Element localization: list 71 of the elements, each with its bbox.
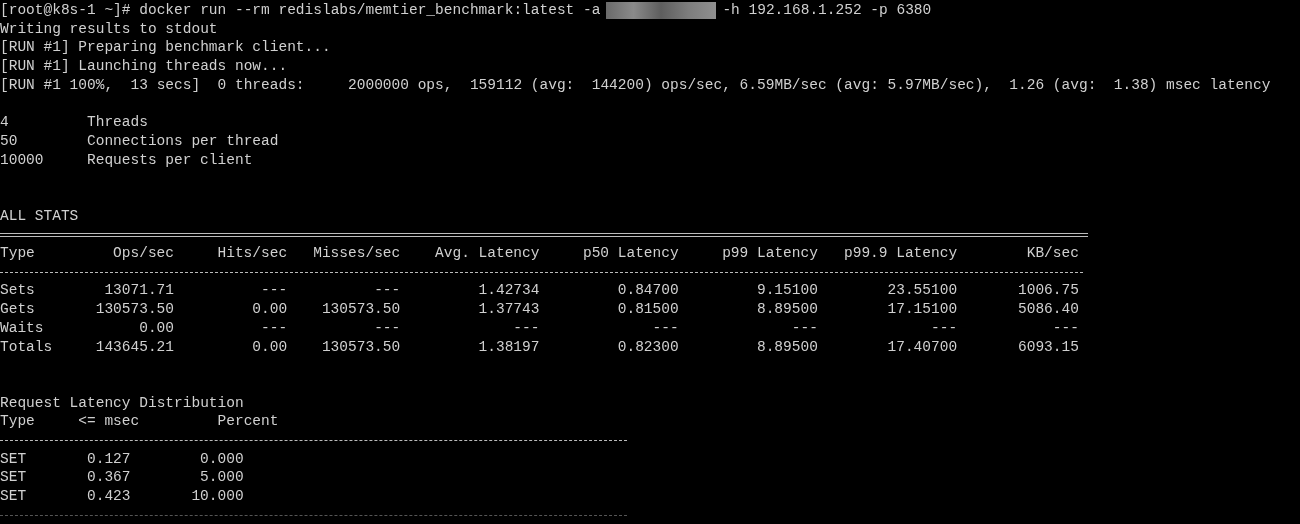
table-cell: 10.000 [191, 488, 244, 505]
table-cell: SET [0, 469, 27, 486]
column-header: Type [0, 413, 35, 430]
table-cell: --- [931, 319, 958, 336]
table-cell: 6093.15 [1018, 338, 1079, 355]
output-line: [RUN #1] Launching threads now... [0, 58, 288, 75]
table-cell: 0.00 [252, 338, 288, 355]
column-header: p99.9 Latency [844, 245, 958, 262]
table-cell: 5086.40 [1018, 301, 1079, 318]
config-value: 10000 [0, 150, 45, 170]
section-title: Request Latency Distribution [0, 394, 244, 411]
column-header: KB/sec [1026, 245, 1079, 262]
table-cell: --- [1052, 319, 1079, 336]
table-cell: 130573.50 [321, 338, 401, 355]
column-header: Hits/sec [217, 245, 288, 262]
table-cell: 0.000 [200, 450, 244, 467]
column-header: Percent [217, 413, 279, 430]
output-line: [RUN #1 100%, 13 secs] 0 threads: 2000000 ops, 159112 (avg: 144200) ops/sec, 6.59MB/sec (avg: 5.97MB/sec), 1.26 (avg: 1.38) msec latency [0, 76, 1271, 93]
config-label: Connections per thread [87, 131, 279, 151]
command-text: [root@k8s-1 ~]# docker run --rm redislabs/memtier_benchmark:latest -a [0, 1, 601, 20]
table-cell: 0.00 [252, 301, 288, 318]
column-header: Ops/sec [113, 245, 174, 262]
config-value: 50 [0, 131, 19, 151]
table-cell: 8.89500 [756, 301, 818, 318]
output-line: Writing results to stdout [0, 20, 218, 37]
config-value: 4 [0, 113, 10, 132]
table-cell: --- [261, 282, 288, 299]
table-cell: 17.40700 [887, 338, 958, 355]
output-line: [RUN #1] Preparing benchmark client... [0, 39, 331, 56]
table-cell: 0.81500 [617, 301, 679, 318]
table-cell: 0.82300 [617, 338, 679, 355]
table-cell: SET [0, 450, 27, 467]
table-cell: 0.367 [87, 469, 131, 486]
table-cell: --- [374, 319, 401, 336]
column-header: Type [0, 245, 35, 262]
table-cell: 8.89500 [756, 338, 818, 355]
table-cell: SET [0, 488, 27, 505]
table-cell: Gets [0, 301, 35, 318]
table-cell: --- [513, 319, 540, 336]
column-header: Avg. Latency [435, 245, 540, 262]
table-cell: 0.00 [139, 319, 174, 336]
table-cell: 130573.50 [95, 301, 174, 318]
config-label: Threads [87, 113, 148, 132]
table-cell: --- [791, 319, 818, 336]
table-cell: 1006.75 [1018, 282, 1079, 299]
column-header: <= msec [78, 413, 140, 430]
table-cell: 0.84700 [617, 282, 679, 299]
column-header: p99 Latency [722, 245, 818, 262]
table-cell: 17.15100 [887, 301, 958, 318]
config-label: Requests per client [87, 150, 253, 170]
table-cell: Sets [0, 282, 35, 299]
table-cell: 9.15100 [756, 282, 818, 299]
table-cell: 0.127 [87, 450, 131, 467]
column-header: Misses/sec [313, 245, 401, 262]
table-cell: --- [374, 282, 401, 299]
table-cell: 23.55100 [887, 282, 958, 299]
command-text: -h 192.168.1.252 -p 6380 [722, 1, 932, 20]
table-cell: --- [261, 319, 288, 336]
table-cell: Waits [0, 319, 44, 336]
table-cell: 1.38197 [478, 338, 540, 355]
table-cell: 143645.21 [95, 338, 174, 355]
table-cell: 130573.50 [321, 301, 401, 318]
table-cell: --- [652, 319, 679, 336]
section-title: ALL STATS [0, 207, 79, 224]
table-cell: Totals [0, 338, 53, 355]
table-cell: 13071.71 [104, 282, 174, 299]
column-header: p50 Latency [582, 245, 679, 262]
table-cell: 1.42734 [478, 282, 540, 299]
table-cell: 5.000 [200, 469, 244, 486]
table-cell: 1.37743 [478, 301, 540, 318]
table-cell: 0.423 [87, 488, 131, 505]
